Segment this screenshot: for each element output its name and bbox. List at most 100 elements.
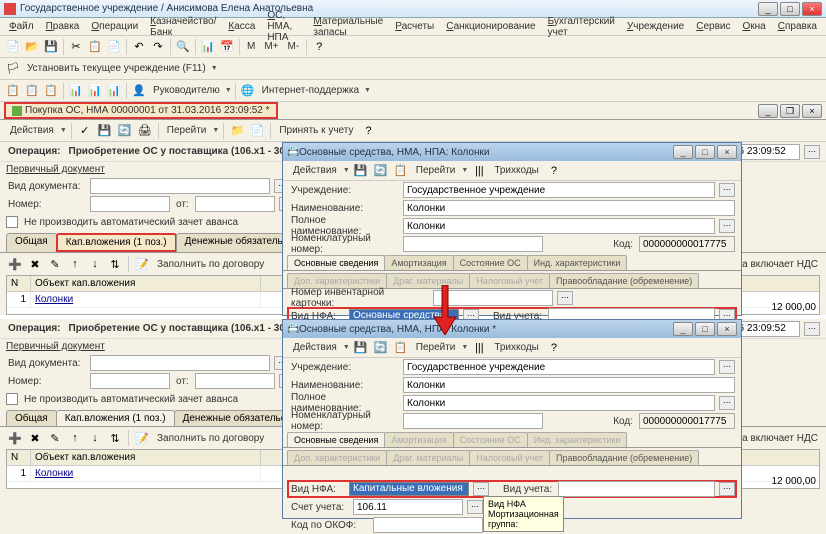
doc-icon2[interactable]: 📄 xyxy=(248,122,266,140)
p1-inv-pick[interactable]: ⋯ xyxy=(557,291,573,305)
document-tab[interactable]: Покупка ОС, НМА 00000001 от 31.03.2016 2… xyxy=(4,102,278,119)
sort2[interactable]: ⇅ xyxy=(106,429,124,447)
p2-st-right[interactable]: Правообладание (обременение) xyxy=(549,450,699,465)
p2-vidnfa-p[interactable]: ⋯ xyxy=(473,482,489,496)
print-icon[interactable]: 🖨 xyxy=(136,122,154,140)
p1-subtab-main[interactable]: Основные сведения xyxy=(287,255,385,270)
cell2-obj[interactable]: Колонки xyxy=(31,466,261,481)
panel1-min[interactable]: _ xyxy=(673,145,693,159)
up2[interactable]: ↑ xyxy=(66,429,84,447)
p2-inst-i[interactable] xyxy=(403,359,715,375)
up-icon[interactable]: ↑ xyxy=(66,255,84,273)
p2-name-i[interactable] xyxy=(403,377,735,393)
menu-file[interactable]: Файл xyxy=(4,20,39,33)
cell-obj[interactable]: Колонки xyxy=(31,292,261,307)
p2-st-state[interactable]: Состояние ОС xyxy=(453,432,528,447)
add-row-icon[interactable]: ➕ xyxy=(6,255,24,273)
help-icon[interactable]: ? xyxy=(310,38,328,56)
p1-subtab-dop[interactable]: Доп. характеристики xyxy=(287,273,387,288)
p2-acc-p[interactable]: ⋯ xyxy=(467,500,483,514)
open-icon[interactable]: 📂 xyxy=(23,38,41,56)
p2-nom-i[interactable] xyxy=(403,413,543,429)
p2-st-amort[interactable]: Амортизация xyxy=(384,432,453,447)
p2-bar[interactable]: ||| xyxy=(470,339,488,357)
p2-help[interactable]: ? xyxy=(545,339,563,357)
dt2-input[interactable] xyxy=(90,355,270,371)
menu-windows[interactable]: Окна xyxy=(738,20,771,33)
p1-help-icon[interactable]: ? xyxy=(545,162,563,180)
menu-accounting[interactable]: Бухгалтерский учет xyxy=(543,15,620,39)
refresh-icon[interactable]: 🔄 xyxy=(116,122,134,140)
p2-go[interactable]: Перейти xyxy=(412,342,460,353)
p1-inst-input[interactable] xyxy=(403,182,715,198)
p1-inst-pick[interactable]: ⋯ xyxy=(719,183,735,197)
menu-help[interactable]: Справка xyxy=(773,20,822,33)
p1-refresh-icon[interactable]: 🔄 xyxy=(372,162,390,180)
ot2-input[interactable] xyxy=(195,373,275,389)
menu-treasury[interactable]: Казначейство/Банк xyxy=(145,15,221,39)
no-offset-checkbox[interactable] xyxy=(6,216,18,228)
p2-max[interactable]: □ xyxy=(695,322,715,336)
menu-calc[interactable]: Расчеты xyxy=(390,20,439,33)
paste-icon[interactable]: 📄 xyxy=(105,38,123,56)
num2-input[interactable] xyxy=(90,373,170,389)
p2-okof-i[interactable] xyxy=(373,517,483,533)
fill2-icon[interactable]: 📝 xyxy=(133,429,151,447)
p2-refresh[interactable]: 🔄 xyxy=(372,339,390,357)
p1-full-pick[interactable]: ⋯ xyxy=(719,219,735,233)
p1-save-icon[interactable]: 💾 xyxy=(352,162,370,180)
p1-list-icon[interactable]: 📋 xyxy=(392,162,410,180)
menu-cash[interactable]: Касса xyxy=(223,20,260,33)
sort-icon[interactable]: ⇅ xyxy=(106,255,124,273)
p1-barcode-icon[interactable]: ||| xyxy=(470,162,488,180)
doc-close[interactable]: × xyxy=(802,104,822,118)
p1-subtab-tax[interactable]: Налоговый учет xyxy=(469,273,550,288)
actions-dropdown[interactable]: Действия xyxy=(6,125,58,136)
calc-icon[interactable]: 📊 xyxy=(199,38,217,56)
panel1-close[interactable]: × xyxy=(717,145,737,159)
chk2[interactable] xyxy=(6,393,18,405)
help-icon-2[interactable]: ? xyxy=(359,122,377,140)
tab2-general[interactable]: Общая xyxy=(6,410,57,426)
fill-icon[interactable]: 📝 xyxy=(133,255,151,273)
number-input[interactable] xyxy=(90,196,170,212)
menu-operations[interactable]: Операции xyxy=(86,20,143,33)
ot-date-input[interactable] xyxy=(195,196,275,212)
p1-subtab-right[interactable]: Правообладание (обременение) xyxy=(549,273,699,288)
flag-icon[interactable]: 🏳 xyxy=(4,60,22,78)
save-icon-2[interactable]: 💾 xyxy=(96,122,114,140)
tab-general[interactable]: Общая xyxy=(6,233,57,252)
down2[interactable]: ↓ xyxy=(86,429,104,447)
support-link[interactable]: Интернет-поддержка xyxy=(258,85,363,96)
minimize-button[interactable]: _ xyxy=(758,2,778,16)
post-icon[interactable]: ✓ xyxy=(76,122,94,140)
add2[interactable]: ➕ xyxy=(6,429,24,447)
head-link[interactable]: Руководителю xyxy=(149,85,224,96)
panel1-max[interactable]: □ xyxy=(695,145,715,159)
p2-st-dop[interactable]: Доп. характеристики xyxy=(287,450,387,465)
panel1-go[interactable]: Перейти xyxy=(412,165,460,176)
p2-full-i[interactable] xyxy=(403,395,715,411)
edit2[interactable]: ✎ xyxy=(46,429,64,447)
menu-institution[interactable]: Учреждение xyxy=(622,20,689,33)
p1-nomen-input[interactable] xyxy=(403,236,543,252)
p1-name-input[interactable] xyxy=(403,200,735,216)
set-institution-button[interactable]: Установить текущее учреждение (F11) xyxy=(23,63,210,74)
tree-icon[interactable]: 📁 xyxy=(228,122,246,140)
redo-icon[interactable]: ↷ xyxy=(149,38,167,56)
menu-sanction[interactable]: Санкционирование xyxy=(441,20,540,33)
copy-icon[interactable]: 📋 xyxy=(86,38,104,56)
globe-icon[interactable]: 🌐 xyxy=(239,82,257,100)
fill2[interactable]: Заполнить по договору xyxy=(153,433,268,444)
search-icon[interactable]: 🔍 xyxy=(174,38,192,56)
p2-tri[interactable]: Трихкоды xyxy=(490,342,543,353)
menu-materials[interactable]: Материальные запасы xyxy=(308,15,388,39)
doc-minimize[interactable]: _ xyxy=(758,104,778,118)
p2-st-drag[interactable]: Драг. материалы xyxy=(386,450,470,465)
p2-save[interactable]: 💾 xyxy=(352,339,370,357)
doc-restore[interactable]: ❐ xyxy=(780,104,800,118)
p1-fullname-input[interactable] xyxy=(403,218,715,234)
calendar-icon[interactable]: 📅 xyxy=(218,38,236,56)
accept-button[interactable]: Принять к учету xyxy=(275,125,357,136)
menu-os[interactable]: ОС, НМА, НПА xyxy=(262,9,306,44)
